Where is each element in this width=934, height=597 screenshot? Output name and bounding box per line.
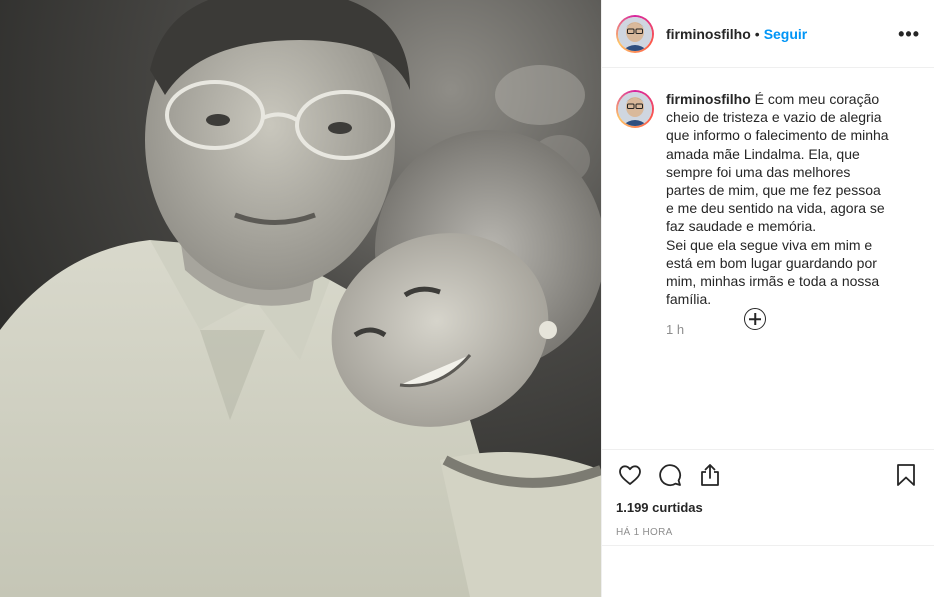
post-photo-image	[0, 0, 601, 597]
bookmark-icon-graphic	[897, 464, 915, 486]
caption-body: firminosfilho É com meu coração cheio de…	[666, 90, 892, 337]
profile-photo-icon	[618, 92, 652, 126]
avatar[interactable]	[616, 14, 654, 53]
header-separator: •	[754, 25, 760, 42]
post-header: firminosfilho • Seguir •••	[602, 0, 934, 68]
add-comment-area	[602, 545, 934, 597]
post-photo[interactable]	[0, 0, 601, 597]
post-actions: 1.199 curtidas HÁ 1 HORA	[602, 449, 934, 545]
post-timestamp[interactable]: HÁ 1 HORA	[616, 527, 920, 538]
caption-timestamp[interactable]: 1 h	[666, 322, 892, 337]
share-icon-graphic	[701, 464, 719, 486]
avatar-image	[618, 16, 652, 51]
more-options-icon[interactable]: •••	[898, 25, 920, 43]
action-icons	[616, 460, 920, 490]
caption-avatar[interactable]	[616, 90, 654, 128]
likes-count[interactable]: 1.199 curtidas	[616, 500, 920, 515]
header-username[interactable]: firminosfilho	[666, 26, 751, 42]
caption-username[interactable]: firminosfilho	[666, 91, 751, 107]
caption-text: firminosfilho É com meu coração cheio de…	[666, 90, 892, 308]
comments-section: firminosfilho É com meu coração cheio de…	[602, 68, 934, 449]
profile-photo-icon	[618, 16, 652, 51]
post-sidebar: firminosfilho • Seguir ••• firminosfilho…	[601, 0, 934, 597]
heart-icon-graphic	[619, 465, 641, 485]
comment-icon-graphic	[659, 464, 682, 487]
share-icon[interactable]	[696, 461, 724, 489]
instagram-post: firminosfilho • Seguir ••• firminosfilho…	[0, 0, 934, 597]
load-more-comments-icon[interactable]	[744, 308, 766, 330]
heart-icon[interactable]	[616, 461, 644, 489]
caption-message: É com meu coração cheio de tristeza e va…	[666, 91, 889, 308]
caption: firminosfilho É com meu coração cheio de…	[616, 90, 920, 337]
caption-avatar-image	[618, 92, 652, 126]
bookmark-icon[interactable]	[892, 461, 920, 489]
comment-icon[interactable]	[656, 461, 684, 489]
follow-button[interactable]: Seguir	[764, 26, 808, 42]
